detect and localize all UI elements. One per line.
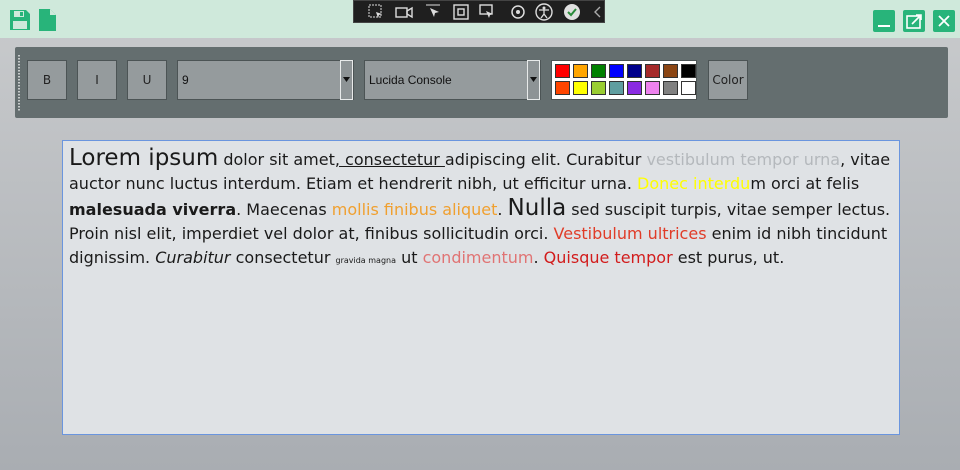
color-swatch[interactable] [555, 81, 570, 95]
text-run: Nulla [507, 195, 567, 221]
video-icon[interactable] [394, 2, 414, 22]
close-button[interactable] [933, 10, 955, 32]
text-run: condimentum [422, 248, 534, 267]
checkmark-icon[interactable] [562, 2, 582, 22]
color-swatch[interactable] [573, 81, 588, 95]
color-swatch[interactable] [609, 64, 624, 78]
text-run: Curabitur [155, 248, 231, 267]
color-swatch[interactable] [591, 64, 606, 78]
accessibility-icon[interactable] [534, 2, 554, 22]
minimize-icon [878, 25, 890, 27]
underline-button[interactable]: U [127, 60, 167, 100]
text-run: malesuada viverra [69, 200, 237, 219]
debug-toolbar [353, 0, 605, 23]
color-swatch[interactable] [645, 64, 660, 78]
color-swatch[interactable] [573, 64, 588, 78]
text-run: gravida magna [335, 256, 397, 265]
rich-text-editor[interactable]: Lorem ipsum dolor sit amet, consectetur … [62, 140, 900, 435]
restore-button[interactable] [903, 10, 925, 32]
color-swatch[interactable] [609, 81, 624, 95]
minimize-button[interactable] [873, 10, 895, 32]
text-run: adipiscing elit. Curabitur [444, 150, 647, 169]
new-document-icon[interactable] [36, 8, 60, 32]
text-run: . [497, 200, 508, 219]
text-run: Vestibulum ultrices [553, 224, 707, 243]
chevron-down-icon [343, 77, 350, 82]
select-element-icon[interactable] [366, 2, 386, 22]
display-layout-icon[interactable] [477, 2, 497, 22]
text-run: Quisque tempor [543, 248, 673, 267]
text-run: Lorem ipsum [69, 145, 219, 171]
text-run: , consectetur [334, 150, 445, 169]
restore-icon [906, 14, 922, 29]
color-swatch[interactable] [591, 81, 606, 95]
color-swatch[interactable] [663, 64, 678, 78]
text-run: . Maecenas [236, 200, 332, 219]
color-swatch[interactable] [627, 64, 642, 78]
text-run: vestibulum tempor urna [646, 150, 841, 169]
text-run: dolor sit amet [218, 150, 335, 169]
text-run: . [533, 248, 544, 267]
font-size-select[interactable]: 9 [177, 60, 354, 100]
pointer-select-icon[interactable] [424, 2, 444, 22]
text-run: est purus, ut. [672, 248, 785, 267]
text-run: consectetur [230, 248, 336, 267]
toolbar-grip[interactable] [18, 55, 20, 111]
text-run: m orci at felis [750, 174, 860, 193]
text-run: mollis finibus aliquet [331, 200, 498, 219]
font-size-value: 9 [182, 73, 189, 87]
color-swatch[interactable] [555, 64, 570, 78]
color-swatch[interactable] [681, 64, 696, 78]
bold-button[interactable]: B [27, 60, 67, 100]
color-swatch[interactable] [627, 81, 642, 95]
font-size-dropdown-button[interactable] [340, 60, 353, 100]
text-run: Donec interdu [637, 174, 751, 193]
text-run: ut [396, 248, 423, 267]
color-button[interactable]: Color [708, 60, 748, 100]
save-icon[interactable] [8, 8, 32, 32]
font-family-value: Lucida Console [369, 73, 452, 87]
italic-button[interactable]: I [77, 60, 117, 100]
color-swatch[interactable] [663, 81, 678, 95]
font-family-select[interactable]: Lucida Console [364, 60, 541, 100]
collapse-chevron-icon[interactable] [588, 2, 608, 22]
font-family-dropdown-button[interactable] [527, 60, 540, 100]
hot-reload-icon[interactable] [508, 2, 528, 22]
color-swatch[interactable] [681, 81, 696, 95]
formatting-toolbar: B I U 9 Lucida Console Color [15, 47, 948, 118]
select-box-icon[interactable] [451, 2, 471, 22]
color-swatch[interactable] [645, 81, 660, 95]
color-palette [551, 60, 697, 100]
chevron-down-icon [530, 77, 537, 82]
close-icon [938, 15, 950, 27]
